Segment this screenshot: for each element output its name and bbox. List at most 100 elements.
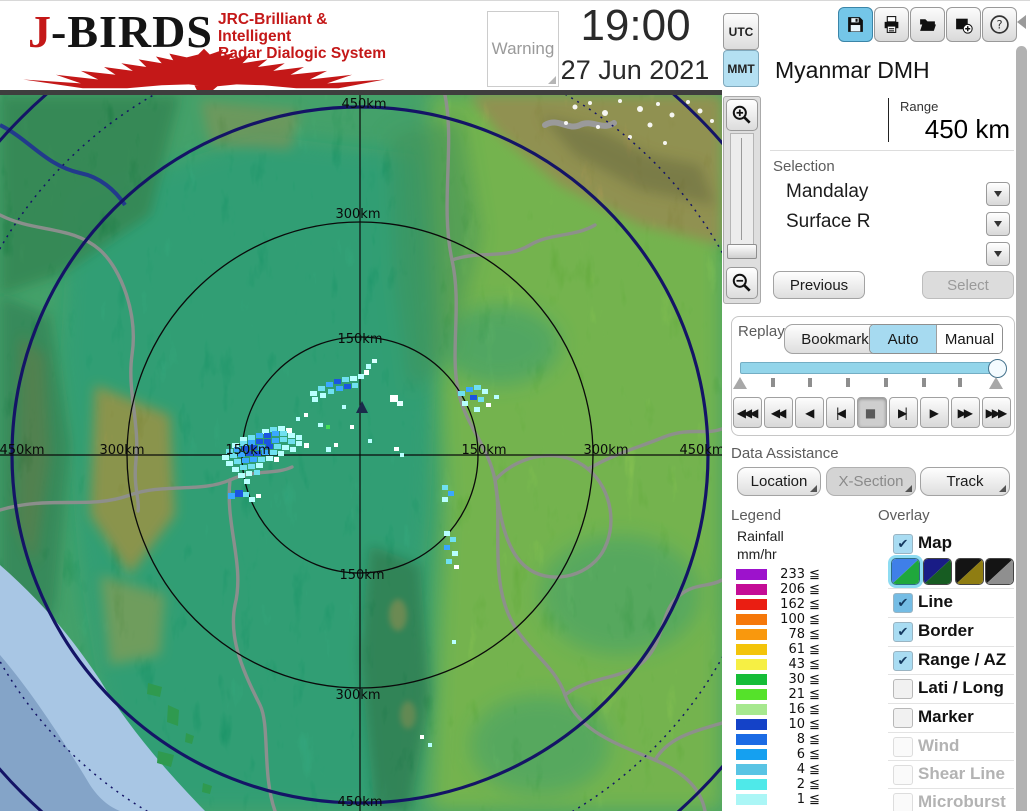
overlay-row-shear-line: Shear Line xyxy=(888,763,1016,787)
zoom-slider-handle[interactable] xyxy=(727,244,757,259)
fast-forward-button[interactable]: ▶▶ xyxy=(950,397,980,428)
station-title: Myanmar DMH xyxy=(775,57,930,83)
help-button[interactable]: ? xyxy=(982,7,1017,42)
zoom-in-icon xyxy=(732,105,751,124)
location-button[interactable]: Location xyxy=(737,467,821,496)
eagle-logo-icon xyxy=(23,48,385,93)
warning-label: Warning xyxy=(491,39,555,58)
overlay-checkbox-line[interactable]: ✔ xyxy=(893,593,913,613)
replay-mode-toggle: Auto Manual xyxy=(869,324,1003,354)
save-button[interactable] xyxy=(838,7,873,42)
track-button[interactable]: Track xyxy=(920,467,1010,496)
zoom-out-button[interactable] xyxy=(726,267,758,299)
overlay-row-wind: Wind xyxy=(888,735,1016,759)
site-dropdown-value: Mandalay xyxy=(786,181,869,202)
overlay-checkbox-microburst xyxy=(893,793,913,811)
overlay-row-lati-long[interactable]: Lati / Long xyxy=(888,677,1016,701)
legend-row: 1 ≦ xyxy=(731,792,851,807)
range-value: 450 km xyxy=(924,114,1010,144)
add-image-icon xyxy=(956,18,973,34)
help-icon: ? xyxy=(990,15,1009,34)
selection-label: Selection xyxy=(773,158,835,175)
map-style-swatch-1[interactable] xyxy=(891,558,920,585)
overlay-checkbox-border[interactable]: ✔ xyxy=(893,622,913,642)
mmt-button[interactable]: MMT xyxy=(723,50,759,87)
open-folder-icon xyxy=(920,19,936,31)
replay-slider-track[interactable] xyxy=(740,362,994,374)
overlay-checkbox-marker[interactable] xyxy=(893,708,913,728)
rewind-button[interactable]: ◀◀ xyxy=(764,397,794,428)
legend-row: 16 ≦ xyxy=(731,702,851,717)
map-style-picker xyxy=(888,558,1016,585)
clock-time: 19:00 xyxy=(580,1,691,50)
legend-block: Rainfall mm/hr 233 ≦ 206 ≦ 162 ≦ 100 ≦ 78 ≦ 6… xyxy=(731,528,861,811)
playback-controls: ◀◀◀ ◀◀ ◀ |◀ ■ ▶| ▶ ▶▶ ▶▶▶ xyxy=(733,397,1011,428)
overlay-row-range-az[interactable]: ✔ Range / AZ xyxy=(888,649,1016,673)
collapse-panel-arrow-icon[interactable] xyxy=(1017,15,1026,29)
xsection-button[interactable]: X-Section xyxy=(826,467,916,496)
legend-label: Legend xyxy=(731,507,782,524)
print-button[interactable] xyxy=(874,7,909,42)
overlay-row-border[interactable]: ✔ Border xyxy=(888,620,1016,644)
printer-icon xyxy=(884,16,899,33)
legend-row: 78 ≦ xyxy=(731,627,851,642)
zoom-in-button[interactable] xyxy=(726,99,758,131)
legend-row: 100 ≦ xyxy=(731,612,851,627)
overlay-checkbox-map[interactable]: ✔ xyxy=(893,534,913,554)
overlay-checkbox-wind xyxy=(893,737,913,757)
utc-button[interactable]: UTC xyxy=(723,13,759,50)
play-reverse-button[interactable]: ◀ xyxy=(795,397,825,428)
menu-grip-icon xyxy=(905,485,912,492)
legend-row: 6 ≦ xyxy=(731,747,851,762)
select-button[interactable]: Select xyxy=(922,271,1014,299)
extra-dropdown-button[interactable] xyxy=(986,242,1010,266)
radar-map[interactable]: 450km 300km 150km 150km 300km 450km 450k… xyxy=(0,95,722,811)
panel-scrollbar[interactable] xyxy=(1016,46,1027,811)
replay-slider-handle[interactable] xyxy=(988,359,1007,378)
overlay-label: Overlay xyxy=(878,507,930,524)
replay-label: Replay xyxy=(738,323,785,340)
open-file-button[interactable] xyxy=(910,7,945,42)
overlay-row-microburst: Microburst xyxy=(888,791,1016,811)
overlay-checkbox-range-az[interactable]: ✔ xyxy=(893,651,913,671)
product-dropdown-button[interactable] xyxy=(986,212,1010,236)
auto-button[interactable]: Auto xyxy=(870,325,936,353)
site-dropdown-button[interactable] xyxy=(986,182,1010,206)
legend-title: Rainfall xyxy=(737,528,784,544)
legend-row: 21 ≦ xyxy=(731,687,851,702)
warning-box[interactable]: Warning xyxy=(487,11,559,87)
play-button[interactable]: ▶ xyxy=(919,397,949,428)
radar-map-canvas xyxy=(0,95,722,811)
stop-button[interactable]: ■ xyxy=(857,397,887,428)
range-label: Range xyxy=(900,99,939,114)
overlay-row-map[interactable]: ✔ Map xyxy=(888,532,1016,556)
legend-row: 206 ≦ xyxy=(731,582,851,597)
legend-row: 30 ≦ xyxy=(731,672,851,687)
step-forward-button[interactable]: ▶| xyxy=(888,397,918,428)
slider-start-marker[interactable] xyxy=(733,377,747,389)
fast-rewind-button[interactable]: ◀◀◀ xyxy=(733,397,763,428)
overlay-row-marker[interactable]: Marker xyxy=(888,706,1016,730)
map-style-swatch-4[interactable] xyxy=(985,558,1014,585)
data-assistance-label: Data Assistance xyxy=(731,445,839,462)
fastest-forward-button[interactable]: ▶▶▶ xyxy=(981,397,1011,428)
chevron-down-icon xyxy=(994,191,1002,197)
chevron-down-icon xyxy=(994,251,1002,257)
slider-end-marker[interactable] xyxy=(989,377,1003,389)
overlay-checkbox-lati-long[interactable] xyxy=(893,679,913,699)
zoom-slider-track[interactable] xyxy=(730,133,754,245)
save-icon xyxy=(848,17,863,32)
export-image-button[interactable] xyxy=(946,7,981,42)
overlay-row-line[interactable]: ✔ Line xyxy=(888,591,1016,615)
overlay-checkbox-shear-line xyxy=(893,765,913,785)
map-style-swatch-2[interactable] xyxy=(923,558,952,585)
zoom-out-icon xyxy=(732,273,751,292)
step-back-button[interactable]: |◀ xyxy=(826,397,856,428)
previous-button[interactable]: Previous xyxy=(773,271,865,299)
legend-row: 8 ≦ xyxy=(731,732,851,747)
manual-button[interactable]: Manual xyxy=(936,325,1002,353)
menu-grip-icon xyxy=(999,485,1006,492)
map-style-swatch-3[interactable] xyxy=(955,558,984,585)
overlay-block: ✔ Map ✔ Line ✔ Border ✔ Range / AZ Lati … xyxy=(888,528,1016,811)
legend-row: 233 ≦ xyxy=(731,567,851,582)
